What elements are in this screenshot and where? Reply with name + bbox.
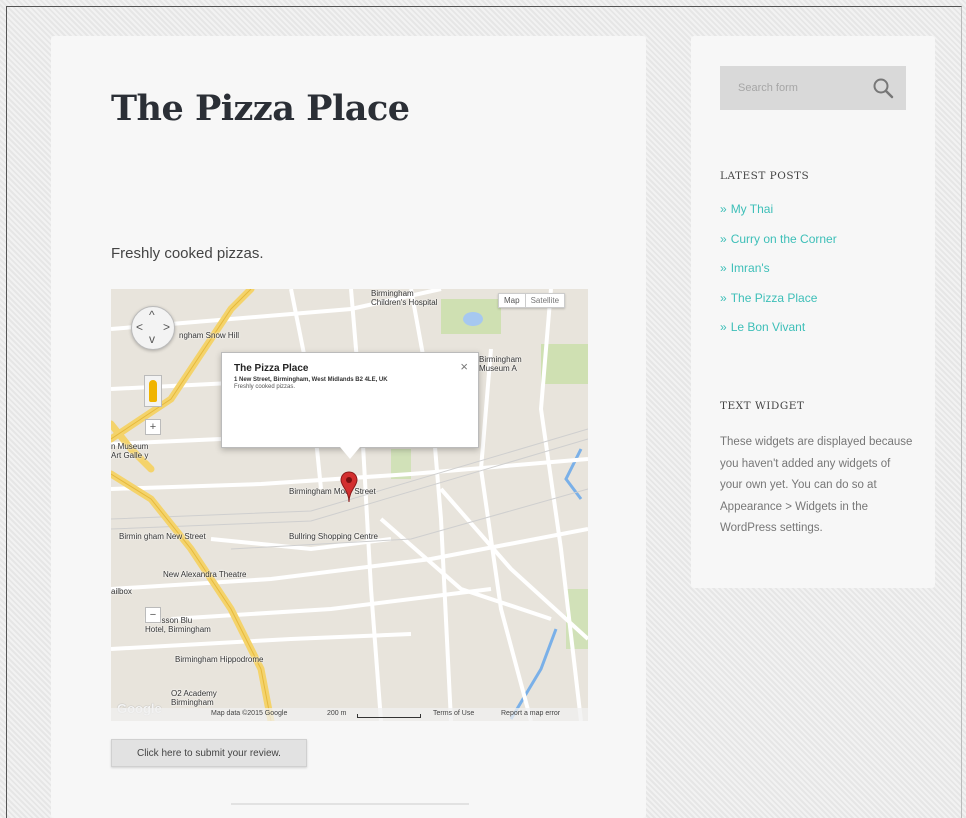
text-widget-body: These widgets are displayed because you … bbox=[720, 436, 913, 535]
info-window-title: The Pizza Place bbox=[234, 363, 309, 374]
post-divider bbox=[231, 803, 469, 805]
info-window-description: Freshly cooked pizzas. bbox=[234, 384, 296, 390]
map-label-new-alexandra: New Alexandra Theatre bbox=[163, 570, 247, 579]
map-label-museum-right: Birmingham Museum A bbox=[479, 355, 522, 373]
map-terms-link[interactable]: Terms of Use bbox=[433, 710, 474, 717]
map-type-map-button[interactable]: Map bbox=[499, 294, 525, 307]
latest-post-item[interactable]: » My Thai bbox=[720, 202, 837, 232]
zoom-in-button[interactable]: + bbox=[145, 419, 161, 435]
map-label-childrens-hospital: Birmingham Children's Hospital bbox=[371, 289, 438, 307]
info-window-close-icon[interactable]: × bbox=[460, 359, 468, 374]
post-title[interactable]: The Pizza Place bbox=[111, 88, 410, 129]
sidebar: LATEST POSTS »My Thai »Curry on the Corn… bbox=[691, 36, 935, 588]
map-marker-icon[interactable] bbox=[340, 471, 358, 503]
latest-posts-title: LATEST POSTS bbox=[720, 170, 810, 182]
latest-post-item[interactable]: » The Pizza Place bbox=[720, 291, 837, 321]
map-scale-label: 200 m bbox=[327, 710, 347, 717]
embedded-map[interactable]: Birmingham Children's Hospital ngham Snow… bbox=[111, 289, 588, 721]
map-scale-bar bbox=[357, 714, 421, 718]
map-type-satellite-button[interactable]: Satellite bbox=[524, 294, 564, 307]
pan-control[interactable]: ^ < > v bbox=[131, 306, 175, 350]
latest-post-item[interactable]: » Imran's bbox=[720, 261, 837, 291]
map-label-hippodrome: Birmingham Hippodrome bbox=[175, 655, 264, 664]
map-footer: Map data ©2015 Google 200 m Terms of Use… bbox=[111, 708, 588, 721]
map-info-window: The Pizza Place 1 New Street, Birmingham… bbox=[221, 352, 479, 459]
pan-down-icon[interactable]: v bbox=[149, 332, 155, 346]
search-icon[interactable] bbox=[872, 77, 894, 99]
latest-posts-list: » My Thai » Curry on the Corner » Imran's »… bbox=[720, 202, 837, 350]
map-label-o2-academy: O2 Academy Birmingham bbox=[171, 689, 217, 707]
map-label-new-street: Birmin gham New Street bbox=[119, 532, 206, 541]
submit-review-button[interactable]: Click here to submit your review. bbox=[111, 739, 307, 767]
post-excerpt: Freshly cooked pizzas. bbox=[111, 245, 264, 262]
latest-post-item[interactable]: » Le Bon Vivant bbox=[720, 320, 837, 350]
map-label-mailbox: ailbox bbox=[111, 587, 132, 596]
text-widget-title: TEXT WIDGET bbox=[720, 400, 805, 412]
map-type-control: Map Satellite bbox=[498, 293, 566, 308]
map-data-attribution: Map data ©2015 Google bbox=[211, 710, 288, 717]
pan-up-icon[interactable]: ^ bbox=[149, 308, 155, 322]
latest-post-item[interactable]: » Curry on the Corner bbox=[720, 232, 837, 262]
search-input[interactable] bbox=[720, 66, 860, 110]
map-label-museum-left: n Museum Art Galle y bbox=[111, 442, 149, 460]
map-label-snow-hill: ngham Snow Hill bbox=[179, 331, 240, 340]
street-view-pegman-icon[interactable] bbox=[144, 375, 162, 407]
map-label-bullring: Bullring Shopping Centre bbox=[289, 532, 378, 541]
zoom-out-button[interactable]: − bbox=[145, 607, 161, 623]
info-window-address: 1 New Street, Birmingham, West Midlands … bbox=[234, 377, 388, 383]
search-form bbox=[720, 66, 906, 110]
pan-right-icon[interactable]: > bbox=[163, 320, 170, 334]
post-card: The Pizza Place Freshly cooked pizzas. B… bbox=[51, 36, 646, 818]
map-report-error-link[interactable]: Report a map error bbox=[501, 710, 560, 717]
pan-left-icon[interactable]: < bbox=[136, 320, 143, 334]
map-label-moor-street: Birmingham Moor Street bbox=[289, 487, 376, 496]
